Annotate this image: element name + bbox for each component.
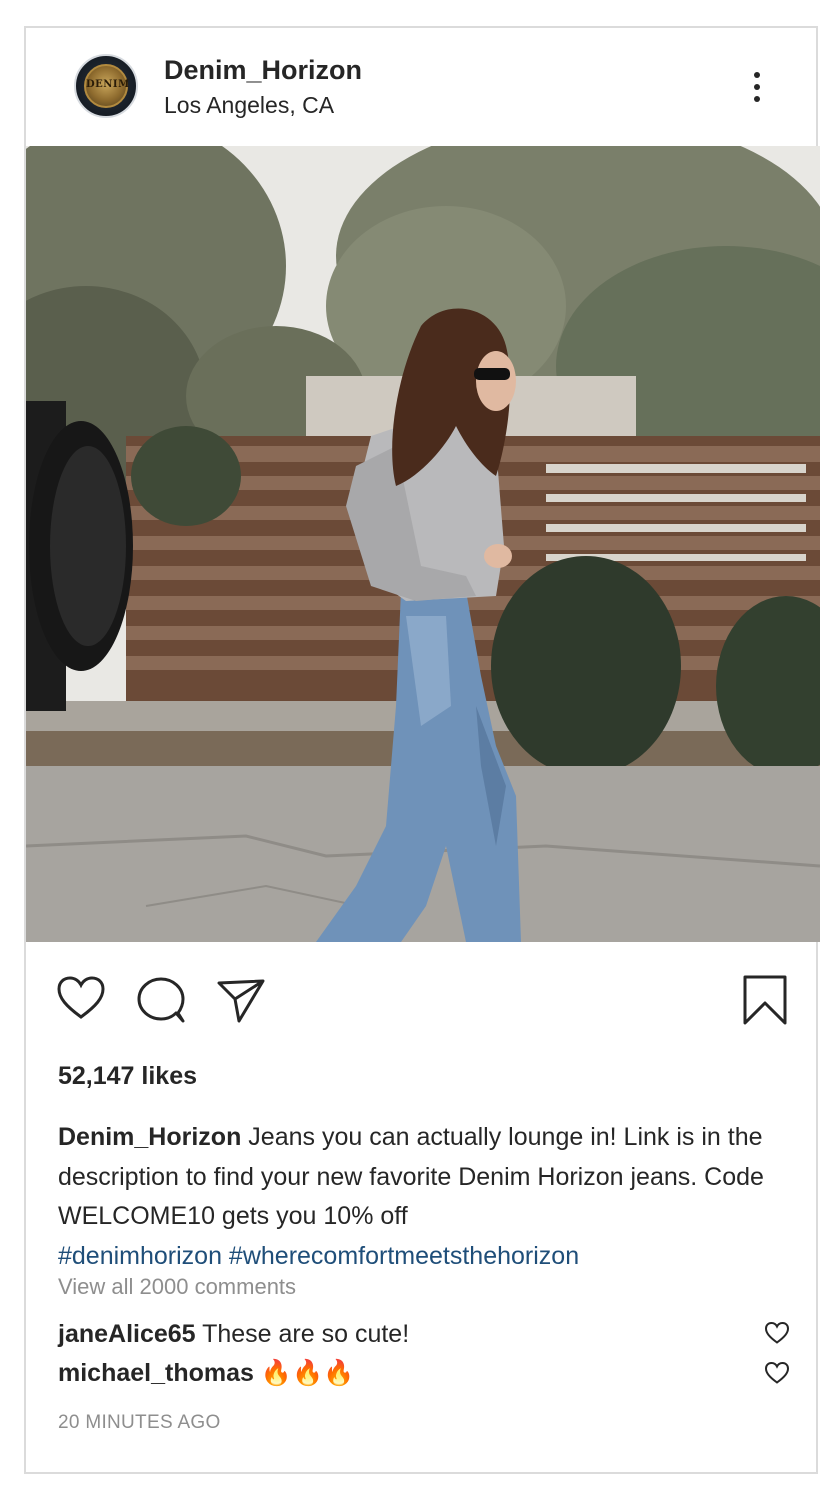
comment-item: michael_thomas 🔥🔥🔥 xyxy=(58,1359,354,1388)
comment-text: 🔥🔥🔥 xyxy=(253,1359,355,1387)
view-all-comments-link[interactable]: View all 2000 comments xyxy=(58,1274,296,1300)
comment-username[interactable]: janeAlice65 xyxy=(58,1320,196,1348)
post-timestamp: 20 MINUTES AGO xyxy=(58,1412,221,1433)
more-options-icon[interactable] xyxy=(748,70,766,104)
comment-text: These are so cute! xyxy=(195,1320,410,1348)
comment-like-heart-icon[interactable] xyxy=(764,1361,790,1389)
post-username[interactable]: Denim_Horizon xyxy=(164,55,362,86)
bookmark-icon[interactable] xyxy=(742,974,788,1031)
post-card: DENIM Denim_Horizon Los Angeles, CA 52,1… xyxy=(24,26,820,1474)
comment-username[interactable]: michael_thomas xyxy=(58,1359,254,1387)
comment-like-heart-icon[interactable] xyxy=(764,1321,790,1349)
heart-icon[interactable] xyxy=(56,976,106,1025)
hashtags[interactable]: #denimhorizon #wherecomfortmeetsthehoriz… xyxy=(58,1242,579,1270)
post-header: DENIM Denim_Horizon Los Angeles, CA xyxy=(26,28,816,146)
post-actions xyxy=(26,968,816,1028)
post-caption: Denim_Horizon Jeans you can actually lou… xyxy=(58,1118,788,1276)
brand-logo: DENIM xyxy=(84,64,130,108)
post-location[interactable]: Los Angeles, CA xyxy=(164,92,334,119)
post-photo[interactable] xyxy=(26,146,820,942)
logo-text: DENIM xyxy=(86,79,130,90)
comment-item: janeAlice65 These are so cute! xyxy=(58,1320,409,1349)
likes-count[interactable]: 52,147 likes xyxy=(58,1062,197,1091)
comment-icon[interactable] xyxy=(136,976,186,1029)
avatar[interactable]: DENIM xyxy=(74,54,138,118)
caption-username[interactable]: Denim_Horizon xyxy=(58,1123,241,1151)
send-icon[interactable] xyxy=(216,978,266,1029)
